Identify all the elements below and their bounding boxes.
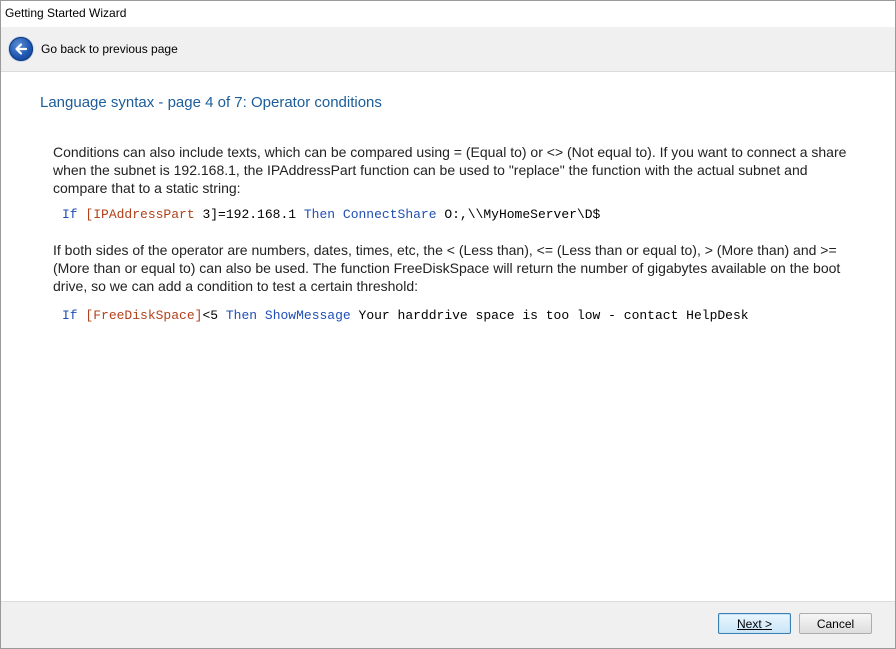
code-comparison: =192.168.1 [218, 207, 304, 222]
cancel-button[interactable]: Cancel [799, 613, 872, 634]
code-comparison: <5 [202, 308, 226, 323]
code-function: [FreeDiskSpace] [85, 308, 203, 323]
paragraph-text-equality: Conditions can also include texts, which… [53, 144, 847, 196]
page-title: Language syntax - page 4 of 7: Operator … [40, 94, 382, 111]
wizard-content: Language syntax - page 4 of 7: Operator … [1, 72, 895, 602]
code-keyword-if: If [62, 308, 78, 323]
back-link[interactable]: Go back to previous page [41, 42, 178, 56]
code-command: ShowMessage [264, 308, 351, 323]
next-button-label: Next > [736, 617, 772, 631]
back-button[interactable] [9, 37, 33, 61]
wizard-window: Getting Started Wizard Go back to previo… [0, 0, 896, 649]
paragraph-text-numeric-operators: If both sides of the operator are number… [53, 242, 841, 294]
code-keyword-then: Then [225, 308, 258, 323]
code-parameters: O:,\\MyHomeServer\D$ [436, 207, 601, 222]
back-arrow-icon [15, 43, 28, 55]
code-example-ipaddresspart: If [IPAddressPart 3]=192.168.1 Then Conn… [62, 207, 600, 222]
navigation-bar: Go back to previous page [1, 27, 895, 72]
code-example-freediskspace: If [FreeDiskSpace]<5 Then ShowMessage Yo… [62, 308, 749, 323]
code-keyword-then: Then [303, 207, 336, 222]
code-function: [IPAddressPart [85, 207, 195, 222]
next-button[interactable]: Next > [718, 613, 791, 634]
code-command: ConnectShare [342, 207, 437, 222]
window-title: Getting Started Wizard [1, 1, 895, 26]
code-parameters: Your harddrive space is too low - contac… [350, 308, 749, 323]
code-keyword-if: If [62, 207, 78, 222]
wizard-footer: Next > Cancel [1, 601, 895, 648]
code-argument: 3] [194, 207, 219, 222]
